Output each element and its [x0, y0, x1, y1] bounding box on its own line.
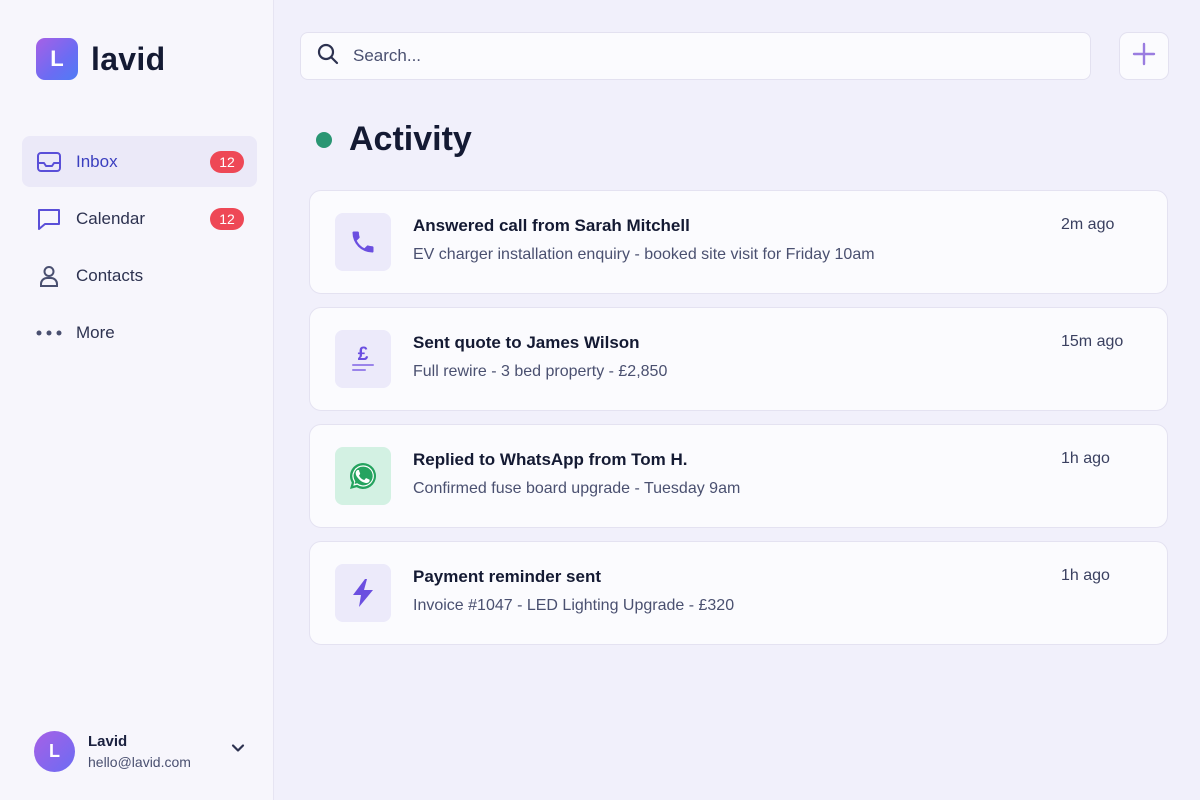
- chat-icon: [36, 206, 62, 232]
- person-icon: [36, 263, 62, 289]
- activity-item[interactable]: £ Sent quote to James Wilson Full rewire…: [309, 307, 1168, 411]
- sidebar-item-label: More: [76, 322, 115, 342]
- page-heading: Activity: [316, 120, 472, 159]
- activity-description: Confirmed fuse board upgrade - Tuesday 9…: [413, 480, 741, 497]
- search-placeholder: Search...: [353, 46, 422, 65]
- activity-item[interactable]: Answered call from Sarah Mitchell EV cha…: [309, 190, 1168, 294]
- activity-time: 2m ago: [1061, 216, 1115, 233]
- activity-time: 15m ago: [1061, 333, 1124, 350]
- whatsapp-icon: [335, 447, 391, 505]
- activity-item[interactable]: Replied to WhatsApp from Tom H. Confirme…: [309, 424, 1168, 528]
- main-content: Search... Activity Answered call from Sa…: [274, 0, 1200, 800]
- page-title: Activity: [349, 120, 472, 158]
- unread-badge: 12: [210, 208, 244, 230]
- sidebar: L lavid Inbox 12 Calendar 12 Contacts Mo…: [0, 0, 274, 800]
- activity-description: EV charger installation enquiry - booked…: [413, 246, 875, 263]
- brand[interactable]: L lavid: [36, 38, 165, 80]
- activity-time: 1h ago: [1061, 567, 1110, 584]
- user-name: Lavid: [88, 732, 128, 750]
- inbox-icon: [36, 149, 62, 175]
- activity-title: Replied to WhatsApp from Tom H.: [413, 450, 688, 469]
- more-icon: [36, 320, 62, 346]
- unread-badge: 12: [210, 151, 244, 173]
- status-dot: [316, 131, 332, 148]
- activity-item[interactable]: Payment reminder sent Invoice #1047 - LE…: [309, 541, 1168, 645]
- brand-logo: L: [36, 38, 78, 80]
- plus-icon: [1132, 42, 1156, 71]
- user-info: Lavid hello@lavid.com: [88, 733, 191, 770]
- activity-description: Full rewire - 3 bed property - £2,850: [413, 363, 668, 380]
- add-button[interactable]: [1119, 32, 1169, 80]
- phone-icon: [335, 213, 391, 271]
- pound-icon: £: [335, 330, 391, 388]
- sidebar-item-calendar[interactable]: Calendar 12: [22, 193, 257, 244]
- app-window: L lavid Inbox 12 Calendar 12 Contacts Mo…: [0, 0, 1200, 800]
- user-menu[interactable]: L Lavid hello@lavid.com: [34, 728, 254, 774]
- avatar: L: [34, 730, 75, 772]
- activity-title: Answered call from Sarah Mitchell: [413, 216, 690, 235]
- sidebar-nav: Inbox 12 Calendar 12 Contacts More: [22, 136, 257, 364]
- svg-text:£: £: [358, 344, 369, 365]
- activity-title: Payment reminder sent: [413, 567, 602, 586]
- lightning-icon: [335, 564, 391, 622]
- activity-feed: Answered call from Sarah Mitchell EV cha…: [309, 190, 1168, 658]
- chevron-down-icon[interactable]: [230, 740, 246, 761]
- search-icon: [317, 43, 339, 70]
- sidebar-item-label: Inbox: [76, 151, 118, 171]
- activity-time: 1h ago: [1061, 450, 1110, 467]
- brand-name: lavid: [91, 40, 166, 77]
- activity-description: Invoice #1047 - LED Lighting Upgrade - £…: [413, 597, 735, 614]
- sidebar-item-inbox[interactable]: Inbox 12: [22, 136, 257, 187]
- search-input[interactable]: Search...: [300, 32, 1091, 80]
- sidebar-item-label: Contacts: [76, 265, 144, 285]
- sidebar-item-contacts[interactable]: Contacts: [22, 250, 257, 301]
- activity-title: Sent quote to James Wilson: [413, 333, 640, 352]
- user-email: hello@lavid.com: [88, 753, 191, 770]
- sidebar-item-more[interactable]: More: [22, 307, 257, 358]
- sidebar-item-label: Calendar: [76, 208, 145, 228]
